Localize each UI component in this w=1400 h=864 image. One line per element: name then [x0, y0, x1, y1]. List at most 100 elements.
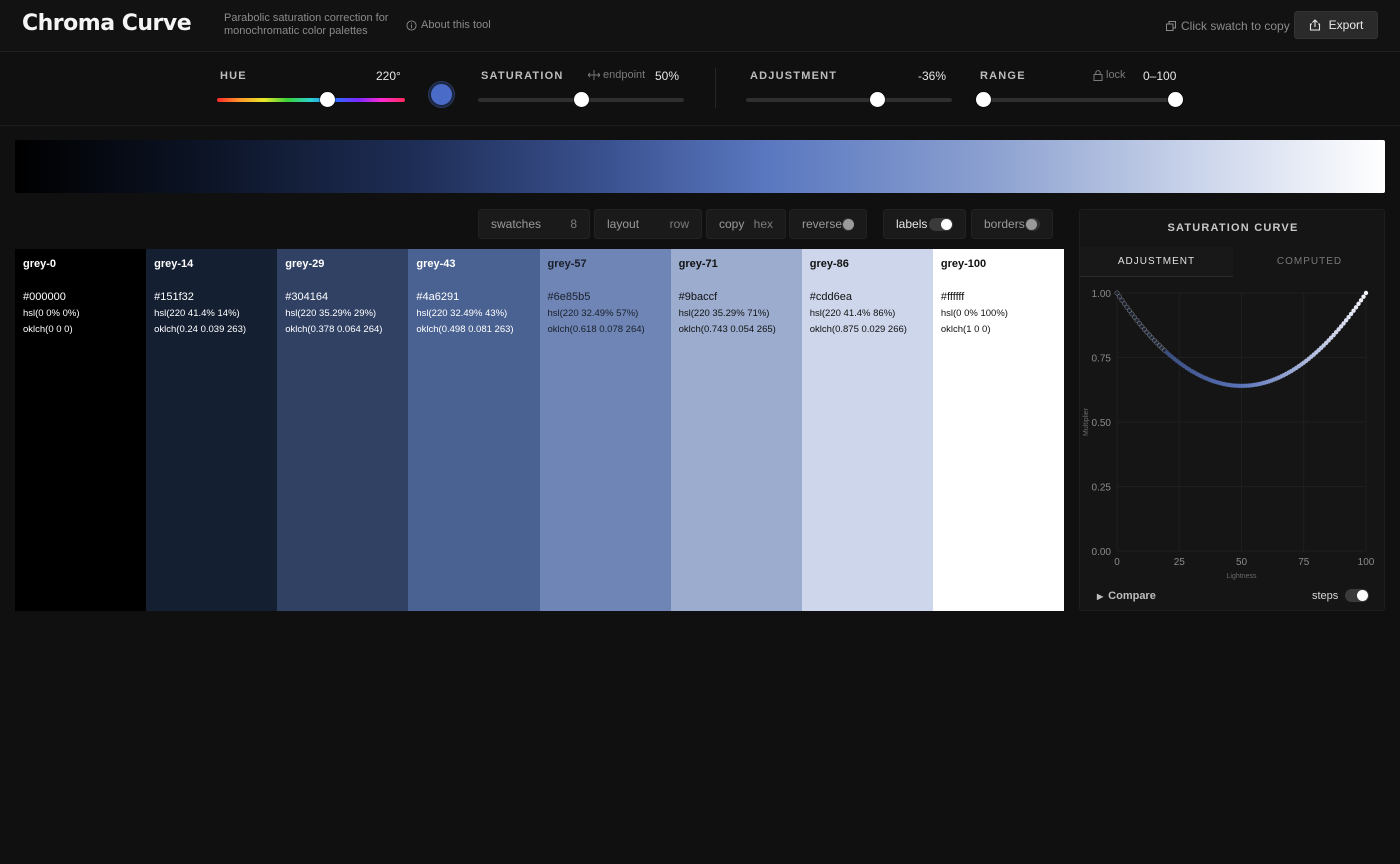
info-icon: [406, 19, 417, 31]
swatches-label: swatches: [491, 217, 542, 231]
swatch-name: grey-86: [809, 258, 849, 270]
x-axis-label: Lightness: [1227, 573, 1257, 580]
swatch-grey-29[interactable]: grey-29 #304164 hsl(220 35.29% 29%) oklch(0…: [277, 249, 409, 611]
swatch-hsl: hsl(220 32.49% 57%): [547, 308, 639, 319]
x-tick-label: 0: [1114, 557, 1120, 568]
swatches-count-control[interactable]: swatches 8: [478, 209, 590, 239]
app-header: Chroma Curve Parabolic saturation correc…: [0, 0, 1400, 52]
reverse-switch[interactable]: [842, 217, 854, 231]
range-label: RANGE: [980, 70, 1026, 82]
panel-tabs: ADJUSTMENT COMPUTED: [1080, 247, 1386, 277]
hue-slider-thumb[interactable]: [320, 92, 336, 107]
labels-label: labels: [896, 217, 928, 231]
app-subtitle: Parabolic saturation correction for mono…: [224, 12, 389, 37]
swatch-name: grey-43: [416, 258, 456, 270]
labels-switch[interactable]: [929, 217, 953, 231]
layout-label: layout: [607, 217, 640, 231]
lock-label: lock: [1106, 69, 1126, 81]
y-tick-label: 1.00: [1092, 289, 1112, 300]
hue-slider-track[interactable]: [217, 98, 405, 102]
swatch-hex: #ffffff: [940, 291, 965, 303]
compare-label: Compare: [1108, 590, 1156, 602]
swatch-name: grey-71: [678, 258, 718, 270]
swatch-name: grey-0: [23, 258, 57, 270]
hue-color-preview: [429, 82, 454, 107]
x-tick-label: 100: [1358, 557, 1375, 568]
swatch-oklch: oklch(0 0 0): [23, 324, 73, 335]
curve-point: [1361, 294, 1366, 299]
swatches-value: 8: [570, 217, 577, 231]
curve-point: [1363, 290, 1369, 296]
curve-point: [1358, 298, 1364, 303]
y-tick-label: 0.00: [1092, 547, 1112, 558]
reverse-label: reverse: [802, 217, 843, 231]
steps-toggle[interactable]: steps: [1312, 589, 1370, 602]
copy-format-label: copy: [719, 217, 745, 231]
swatch-hsl: hsl(220 35.29% 71%): [678, 308, 770, 319]
swatch-grey-43[interactable]: grey-43 #4a6291 hsl(220 32.49% 43%) oklch(0…: [408, 249, 540, 611]
endpoint-label: endpoint: [603, 69, 646, 81]
y-axis-label: Multiplier: [1083, 407, 1090, 436]
swatch-hex: #151f32: [154, 291, 194, 303]
lock-toggle[interactable]: lock: [1093, 69, 1126, 81]
range-value: 0–100: [1143, 69, 1177, 83]
saturation-slider-thumb[interactable]: [573, 92, 589, 107]
y-tick-label: 0.50: [1092, 418, 1112, 429]
swatch-hsl: hsl(0 0% 100%): [940, 308, 1008, 319]
swatch-grey-100[interactable]: grey-100 #ffffff hsl(0 0% 100%) oklch(1 0 0…: [932, 249, 1064, 611]
layout-control[interactable]: layout row: [594, 209, 702, 239]
swatch-oklch: oklch(1 0 0): [940, 324, 991, 335]
steps-switch[interactable]: [1345, 589, 1370, 602]
swatch-grey-0[interactable]: grey-0 #000000 hsl(0 0% 0%) oklch(0 0 0): [15, 249, 147, 611]
swatch-row: grey-0 #000000 hsl(0 0% 0%) oklch(0 0 0) gre…: [15, 249, 1064, 611]
copy-format-control[interactable]: copy hex: [706, 209, 786, 239]
borders-label: borders: [984, 217, 1025, 231]
caret-right-icon: ▶: [1097, 591, 1104, 601]
endpoint-toggle[interactable]: endpoint: [588, 69, 645, 81]
x-tick-label: 50: [1236, 557, 1248, 568]
hue-label: HUE: [220, 70, 247, 82]
swatch-grey-71[interactable]: grey-71 #9baccf hsl(220 35.29% 71%) oklch(0…: [670, 249, 802, 611]
swatch-name: grey-57: [547, 258, 587, 270]
app-title: Chroma Curve: [22, 11, 192, 36]
labels-toggle[interactable]: labels: [883, 209, 966, 239]
compare-toggle[interactable]: ▶ Compare: [1097, 590, 1156, 602]
swatch-name: grey-29: [285, 258, 325, 270]
range-slider-track[interactable]: [984, 98, 1176, 102]
swatch-oklch: oklch(0.24 0.039 263): [154, 324, 247, 335]
swatch-grey-57[interactable]: grey-57 #6e85b5 hsl(220 32.49% 57%) oklch(0…: [539, 249, 671, 611]
about-link[interactable]: About this tool: [406, 19, 491, 31]
range-max-thumb[interactable]: [1168, 92, 1183, 107]
swatch-grey-14[interactable]: grey-14 #151f32 hsl(220 41.4% 14%) oklch(0.…: [146, 249, 278, 611]
export-label: Export: [1328, 18, 1364, 32]
adjustment-slider-track[interactable]: [746, 98, 952, 102]
reverse-toggle[interactable]: reverse: [789, 209, 867, 239]
tab-computed[interactable]: COMPUTED: [1233, 247, 1386, 277]
export-button[interactable]: Export: [1294, 11, 1378, 39]
swatch-hsl: hsl(220 32.49% 43%): [416, 308, 508, 319]
tab-adjustment[interactable]: ADJUSTMENT: [1080, 247, 1233, 277]
y-tick-label: 0.25: [1092, 483, 1112, 494]
swatch-name: grey-14: [154, 258, 194, 270]
swatch-oklch: oklch(0.498 0.081 263): [416, 324, 514, 335]
copy-hint-label: Click swatch to copy: [1181, 19, 1290, 33]
endpoint-icon: [588, 70, 600, 80]
curve-point: [1356, 301, 1361, 307]
swatch-hex: #304164: [285, 291, 329, 303]
swatch-oklch: oklch(0.875 0.029 266): [809, 324, 907, 335]
swatch-hex: #6e85b5: [547, 291, 591, 303]
x-tick-label: 75: [1298, 557, 1310, 568]
copy-hint: Click swatch to copy: [1166, 19, 1290, 33]
swatch-hex: #4a6291: [416, 291, 460, 303]
borders-switch[interactable]: [1024, 217, 1040, 231]
swatch-oklch: oklch(0.618 0.078 264): [547, 324, 645, 335]
range-min-thumb[interactable]: [976, 92, 991, 107]
steps-label: steps: [1312, 589, 1339, 602]
palette-gradient-preview: [15, 140, 1385, 193]
adjustment-slider-thumb[interactable]: [870, 92, 886, 107]
copy-format-value: hex: [753, 217, 773, 231]
swatch-oklch: oklch(0.743 0.054 265): [678, 324, 776, 335]
swatch-grey-86[interactable]: grey-86 #cdd6ea hsl(220 41.4% 86%) oklch(0.…: [801, 249, 933, 611]
borders-toggle[interactable]: borders: [971, 209, 1053, 239]
layout-value: row: [669, 217, 689, 231]
